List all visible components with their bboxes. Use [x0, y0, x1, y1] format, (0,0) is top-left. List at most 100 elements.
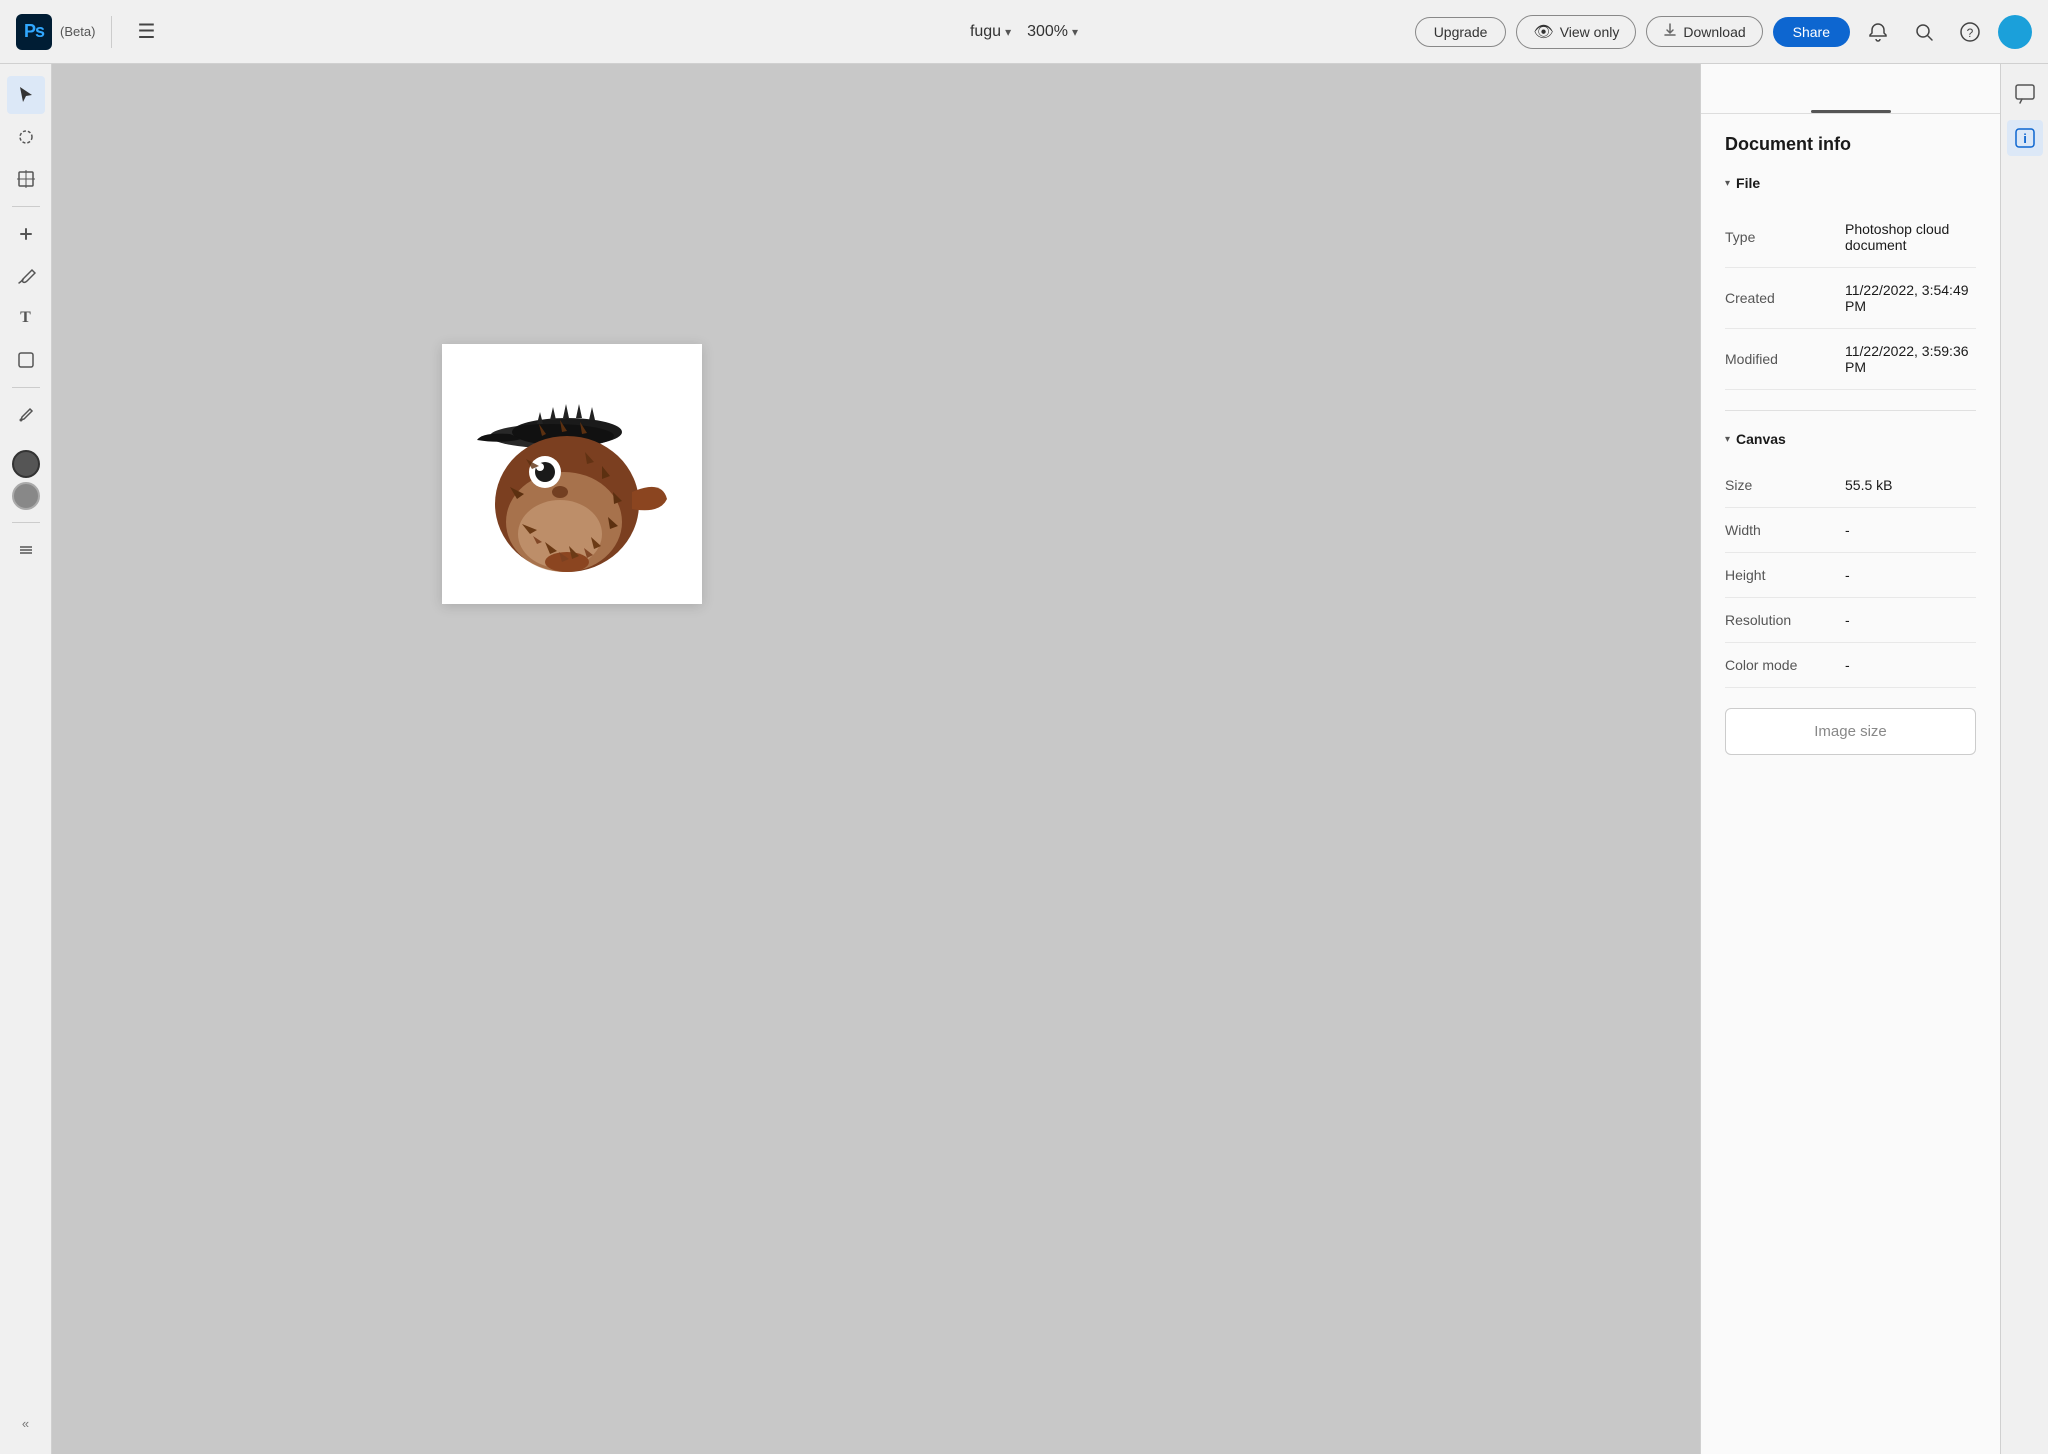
ps-logo: Ps [16, 14, 52, 50]
type-icon: T [20, 309, 31, 327]
header-right: Upgrade 👁 View only Download Share ? [1415, 14, 2032, 50]
resolution-label: Resolution [1725, 612, 1845, 628]
zoom-dropdown[interactable]: 300% ▾ [1027, 23, 1078, 41]
modified-label: Modified [1725, 351, 1845, 367]
notifications-button[interactable] [1860, 14, 1896, 50]
toolbar-separator-1 [12, 206, 40, 207]
comment-icon [2014, 83, 2036, 105]
right-side-icons: i [2000, 64, 2048, 1454]
created-row: Created 11/22/2022, 3:54:49 PM [1725, 268, 1976, 329]
color-mode-row: Color mode - [1725, 643, 1976, 688]
zoom-chevron: ▾ [1072, 25, 1078, 39]
left-toolbar: T « [0, 64, 52, 1454]
width-value: - [1845, 522, 1850, 538]
download-button[interactable]: Download [1646, 16, 1762, 47]
background-color-swatch[interactable] [12, 482, 40, 510]
avatar[interactable] [1998, 15, 2032, 49]
lasso-tool-button[interactable] [7, 118, 45, 156]
brush-icon [16, 266, 36, 286]
collapse-toolbar-button[interactable]: « [7, 1404, 45, 1442]
canvas-area[interactable] [52, 64, 1700, 1454]
upgrade-button[interactable]: Upgrade [1415, 17, 1507, 47]
image-size-button[interactable]: Image size [1725, 708, 1976, 755]
created-value: 11/22/2022, 3:54:49 PM [1845, 282, 1976, 314]
panel-content: Document info ▾ File Type Photoshop clou… [1701, 114, 2000, 1454]
panel-tabs [1701, 64, 2000, 114]
share-button[interactable]: Share [1773, 17, 1850, 47]
select-icon [16, 85, 36, 105]
bell-icon [1867, 21, 1889, 43]
panel-title: Document info [1725, 134, 1976, 155]
svg-text:?: ? [1967, 26, 1974, 40]
color-mode-label: Color mode [1725, 657, 1845, 673]
transform-icon [16, 169, 36, 189]
brush-tool-button[interactable] [7, 257, 45, 295]
file-section-header[interactable]: ▾ File [1725, 175, 1976, 191]
type-tool-button[interactable]: T [7, 299, 45, 337]
size-label: Size [1725, 477, 1845, 493]
download-icon [1663, 23, 1677, 40]
created-label: Created [1725, 290, 1845, 306]
filename-text: fugu [970, 23, 1001, 41]
info-icon: i [2014, 127, 2036, 149]
hamburger-menu-button[interactable]: ☰ [128, 14, 164, 50]
transform-tool-button[interactable] [7, 160, 45, 198]
resolution-row: Resolution - [1725, 598, 1976, 643]
main-body: T « [0, 64, 2048, 1454]
toolbar-separator-3 [12, 522, 40, 523]
filename-area: fugu ▾ 300% ▾ [970, 23, 1078, 41]
help-button[interactable]: ? [1952, 14, 1988, 50]
healing-tool-button[interactable] [7, 215, 45, 253]
modified-row: Modified 11/22/2022, 3:59:36 PM [1725, 329, 1976, 390]
arrange-tool-button[interactable] [7, 531, 45, 569]
arrange-icon [16, 540, 36, 560]
search-button[interactable] [1906, 14, 1942, 50]
canvas-chevron-icon: ▾ [1725, 434, 1730, 445]
file-chevron-icon: ▾ [1725, 178, 1730, 189]
fugu-artwork [442, 344, 702, 604]
type-label: Type [1725, 229, 1845, 245]
height-label: Height [1725, 567, 1845, 583]
right-panel: Document info ▾ File Type Photoshop clou… [1700, 64, 2000, 1454]
width-row: Width - [1725, 508, 1976, 553]
filename-chevron: ▾ [1005, 25, 1011, 39]
toolbar-separator-2 [12, 387, 40, 388]
canvas-section-header[interactable]: ▾ Canvas [1725, 431, 1976, 447]
size-value: 55.5 kB [1845, 477, 1892, 493]
type-row: Type Photoshop cloud document [1725, 207, 1976, 268]
file-section-label: File [1736, 175, 1760, 191]
shape-tool-button[interactable] [7, 341, 45, 379]
select-tool-button[interactable] [7, 76, 45, 114]
canvas-section-label: Canvas [1736, 431, 1786, 447]
color-mode-value: - [1845, 657, 1850, 673]
type-value: Photoshop cloud document [1845, 221, 1976, 253]
eye-icon: 👁 [1533, 22, 1553, 42]
lasso-icon [16, 127, 36, 147]
foreground-color-swatch[interactable] [12, 450, 40, 478]
color-swatches [12, 450, 40, 510]
panel-tab-indicator [1811, 110, 1891, 113]
view-only-button[interactable]: 👁 View only [1516, 15, 1636, 49]
help-icon: ? [1959, 21, 1981, 43]
canvas-image [442, 344, 702, 604]
beta-label: (Beta) [60, 24, 95, 39]
eyedropper-icon [16, 405, 36, 425]
section-divider [1725, 410, 1976, 411]
svg-text:i: i [2023, 131, 2027, 146]
height-value: - [1845, 567, 1850, 583]
height-row: Height - [1725, 553, 1976, 598]
logo-area: Ps (Beta) [16, 14, 95, 50]
info-panel-button[interactable]: i [2007, 120, 2043, 156]
modified-value: 11/22/2022, 3:59:36 PM [1845, 343, 1976, 375]
filename-dropdown[interactable]: fugu ▾ [970, 23, 1011, 41]
eyedropper-tool-button[interactable] [7, 396, 45, 434]
app-header: Ps (Beta) ☰ fugu ▾ 300% ▾ Upgrade 👁 View… [0, 0, 2048, 64]
size-row: Size 55.5 kB [1725, 463, 1976, 508]
header-divider [111, 16, 112, 48]
comment-panel-button[interactable] [2007, 76, 2043, 112]
width-label: Width [1725, 522, 1845, 538]
healing-icon [16, 224, 36, 244]
zoom-text: 300% [1027, 23, 1068, 41]
shape-icon [16, 350, 36, 370]
search-icon [1913, 21, 1935, 43]
